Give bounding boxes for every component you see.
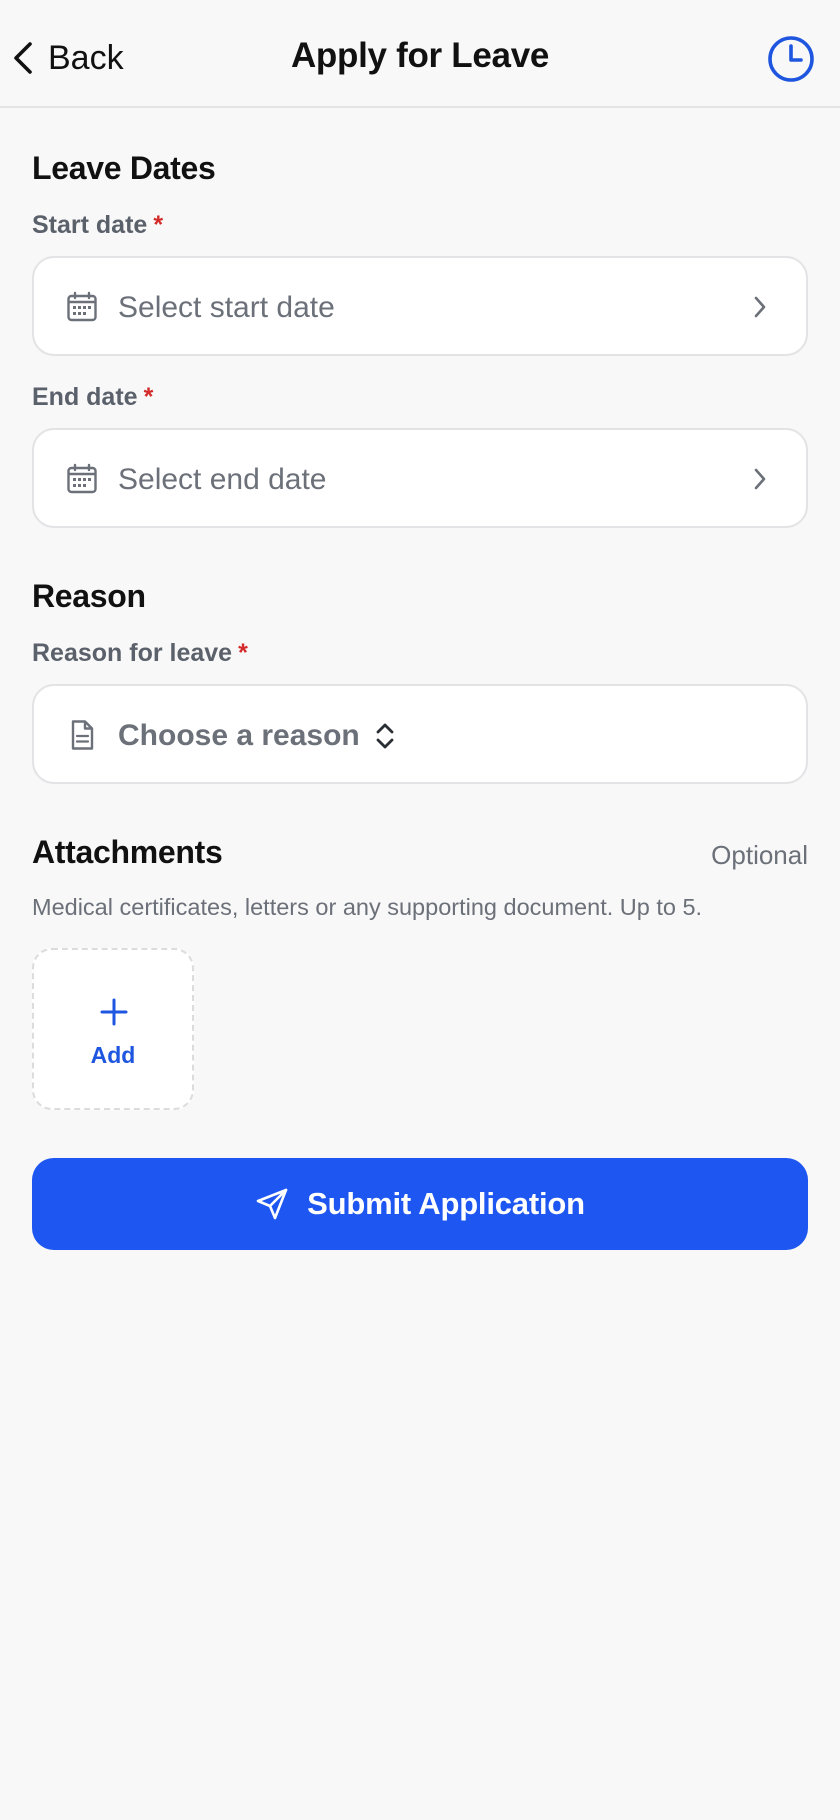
- reason-value: Choose a reason: [118, 719, 396, 753]
- reason-select[interactable]: Choose a reason: [32, 684, 808, 784]
- submit-application-label: Submit Application: [307, 1186, 585, 1221]
- attachments-heading: Attachments: [32, 834, 223, 870]
- calendar-icon: [66, 291, 98, 323]
- page-title: Apply for Leave: [290, 36, 550, 75]
- add-attachment-button[interactable]: Add: [32, 948, 194, 1110]
- submit-application-button[interactable]: Submit Application: [32, 1158, 808, 1250]
- plus-icon: [100, 998, 128, 1026]
- chevron-right-icon: [750, 292, 770, 322]
- reason-placeholder: Choose a reason: [118, 719, 360, 752]
- app-header: Back Apply for Leave: [0, 0, 840, 108]
- leave-dates-heading: Leave Dates: [32, 150, 216, 186]
- optional-label: Optional: [711, 840, 808, 870]
- reason-label-text: Reason for leave: [32, 639, 233, 667]
- start-date-label: Start date *: [32, 211, 163, 240]
- end-date-field[interactable]: Select end date: [32, 428, 808, 528]
- reason-heading: Reason: [32, 578, 146, 614]
- clock-icon: [766, 34, 816, 84]
- required-mark: *: [153, 211, 164, 239]
- start-date-label-text: Start date: [32, 211, 148, 239]
- reason-label: Reason for leave *: [32, 639, 248, 668]
- attachments-help-text: Medical certificates, letters or any sup…: [32, 894, 703, 920]
- required-mark: *: [238, 639, 248, 667]
- start-date-field[interactable]: Select start date: [32, 256, 808, 356]
- send-icon: [255, 1187, 289, 1221]
- end-date-label-text: End date: [32, 383, 138, 411]
- required-mark: *: [143, 383, 154, 411]
- document-icon: [66, 719, 98, 751]
- chevron-up-down-icon: [374, 721, 396, 751]
- end-date-placeholder: Select end date: [118, 463, 327, 496]
- add-attachment-label: Add: [90, 1042, 136, 1068]
- end-date-label: End date *: [32, 383, 153, 412]
- start-date-placeholder: Select start date: [118, 291, 335, 324]
- calendar-icon: [66, 463, 98, 495]
- chevron-right-icon: [750, 464, 770, 494]
- leave-history-button[interactable]: [766, 34, 816, 84]
